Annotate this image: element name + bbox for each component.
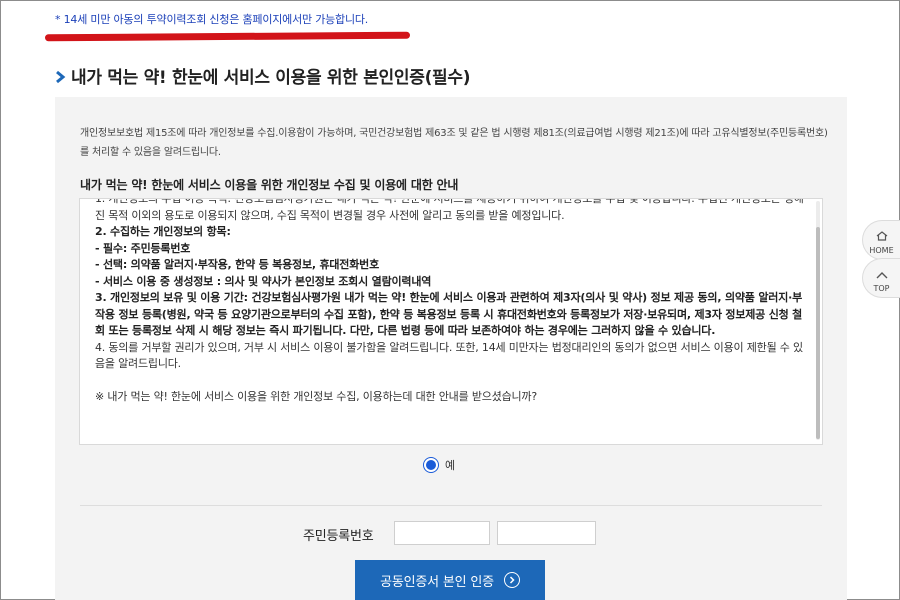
quick-home-button[interactable]: HOME	[862, 220, 900, 260]
terms-question: ※ 내가 먹는 약! 한눈에 서비스 이용을 위한 개인정보 수집, 이용하는데…	[95, 389, 537, 403]
home-icon	[876, 226, 888, 245]
arrow-up-icon	[876, 264, 888, 283]
terms-item-2-required: - 필수: 주민등록번호	[95, 241, 191, 255]
certificate-auth-label: 공동인증서 본인 인증	[380, 574, 494, 590]
quick-top-label: TOP	[873, 283, 890, 293]
terms-item-4: 4. 동의를 거부할 권리가 있으며, 거부 시 서비스 이용이 불가함을 알려…	[95, 340, 803, 371]
radio-checked-icon[interactable]	[423, 457, 439, 473]
quick-top-button[interactable]: TOP	[862, 258, 900, 298]
terms-item-3: 3. 개인정보의 보유 및 이용 기간: 건강보험심사평가원 내가 먹는 약! …	[95, 291, 803, 337]
page-title-text: 내가 먹는 약! 한눈에 서비스 이용을 위한 본인인증(필수)	[71, 68, 471, 88]
intro-text: 개인정보보호법 제15조에 따라 개인정보를 수집.이용함이 가능하며, 국민건…	[80, 128, 828, 158]
quick-home-label: HOME	[869, 245, 894, 255]
terms-scroll-box[interactable]: 1. 개인정보의 수집·이용 목적: 건강보험심사평가원은 내가 먹는 약! 한…	[79, 198, 823, 445]
consent-radio-group[interactable]: 예	[423, 457, 455, 473]
consent-radio-label[interactable]: 예	[445, 457, 455, 473]
divider	[80, 505, 822, 506]
scrollbar-thumb[interactable]	[816, 227, 820, 439]
terms-item-2-title: 2. 수집하는 개인정보의 항목:	[95, 225, 231, 238]
terms-item-2-optional: - 선택: 의약품 알러지·부작용, 한약 등 복용정보, 휴대전화번호	[95, 258, 379, 271]
terms-item-1: 1. 개인정보의 수집·이용 목적: 건강보험심사평가원은 내가 먹는 약! 한…	[95, 198, 804, 222]
circle-arrow-right-icon	[503, 572, 520, 588]
certificate-auth-button[interactable]: 공동인증서 본인 인증	[355, 560, 545, 600]
notice-text: * 14세 미만 아동의 투약이력조회 신청은 홈페이지에서만 가능합니다.	[55, 13, 369, 26]
agreement-heading: 내가 먹는 약! 한눈에 서비스 이용을 위한 개인정보 수집 및 이용에 대한…	[80, 178, 459, 192]
page-title: 내가 먹는 약! 한눈에 서비스 이용을 위한 본인인증(필수)	[55, 63, 471, 88]
chevron-right-icon	[55, 69, 67, 83]
terms-item-2-generated: - 서비스 이용 중 생성정보 : 의사 및 약사가 본인정보 조회시 열람이력…	[95, 274, 432, 288]
ssn-back-input[interactable]	[497, 521, 596, 545]
ssn-front-input[interactable]	[394, 521, 490, 545]
terms-content: 1. 개인정보의 수집·이용 목적: 건강보험심사평가원은 내가 먹는 약! 한…	[95, 198, 807, 405]
ssn-label: 주민등록번호	[303, 529, 374, 544]
